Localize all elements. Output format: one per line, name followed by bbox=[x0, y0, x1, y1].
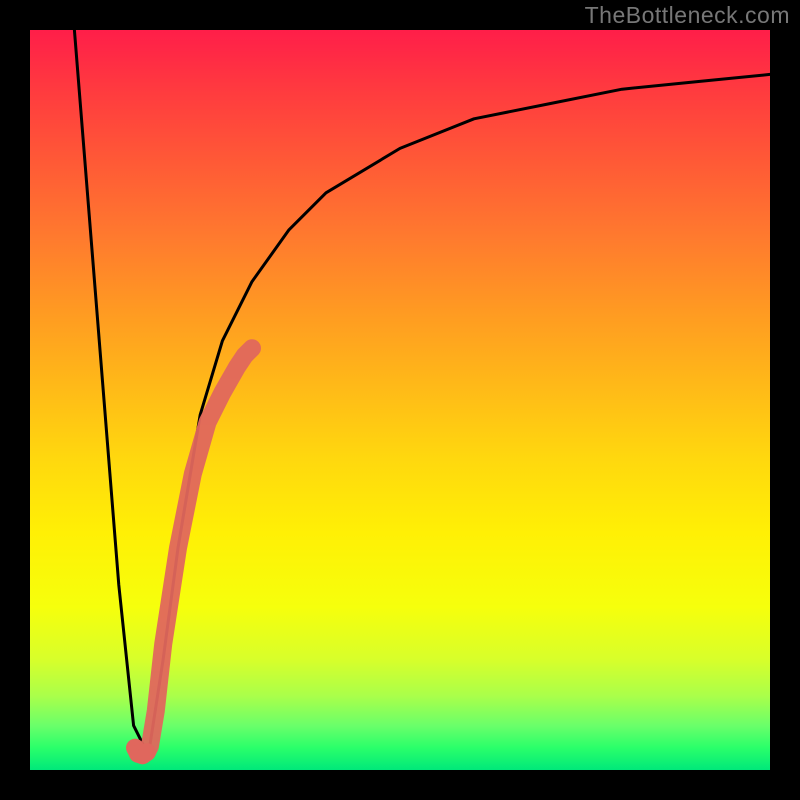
highlight-segment bbox=[135, 348, 252, 755]
highlight-dot bbox=[126, 739, 144, 757]
highlight-layer bbox=[126, 348, 252, 764]
watermark-text: TheBottleneck.com bbox=[585, 2, 790, 29]
highlight-dot bbox=[138, 743, 156, 761]
highlight-dot bbox=[129, 745, 147, 763]
curve-layer bbox=[74, 30, 770, 755]
bottleneck-curve bbox=[74, 30, 770, 755]
highlight-dot bbox=[134, 746, 152, 764]
chart-svg bbox=[30, 30, 770, 770]
chart-frame: TheBottleneck.com bbox=[0, 0, 800, 800]
plot-area bbox=[30, 30, 770, 770]
